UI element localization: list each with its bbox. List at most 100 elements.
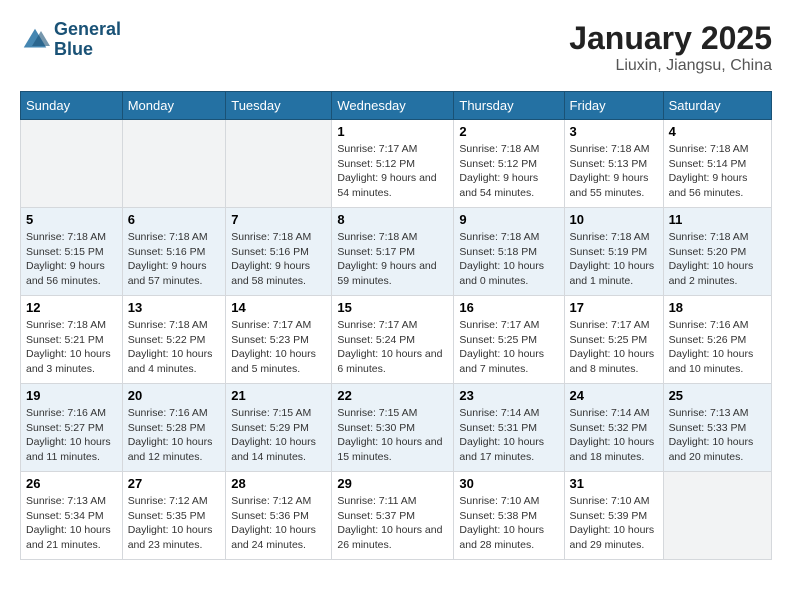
day-info: Sunrise: 7:17 AM Sunset: 5:25 PM Dayligh… [459, 318, 558, 377]
table-row: 15 Sunrise: 7:17 AM Sunset: 5:24 PM Dayli… [332, 296, 454, 384]
day-info: Sunrise: 7:13 AM Sunset: 5:33 PM Dayligh… [669, 406, 766, 465]
day-number: 29 [337, 476, 448, 491]
day-number: 28 [231, 476, 326, 491]
day-number: 14 [231, 300, 326, 315]
day-info: Sunrise: 7:13 AM Sunset: 5:34 PM Dayligh… [26, 494, 117, 553]
day-number: 20 [128, 388, 221, 403]
table-row: 28 Sunrise: 7:12 AM Sunset: 5:36 PM Dayli… [226, 472, 332, 560]
table-row: 10Sunrise: 7:18 AM Sunset: 5:19 PM Dayli… [564, 208, 663, 296]
header-thursday: Thursday [454, 92, 564, 120]
day-info: Sunrise: 7:15 AM Sunset: 5:29 PM Dayligh… [231, 406, 326, 465]
day-number: 4 [669, 124, 766, 139]
day-info: Sunrise: 7:18 AM Sunset: 5:22 PM Dayligh… [128, 318, 221, 377]
table-row: 29 Sunrise: 7:11 AM Sunset: 5:37 PM Dayli… [332, 472, 454, 560]
day-info: Sunrise: 7:18 AM Sunset: 5:17 PM Dayligh… [337, 230, 448, 289]
logo: General Blue [20, 20, 121, 60]
day-info: Sunrise: 7:16 AM Sunset: 5:27 PM Dayligh… [26, 406, 117, 465]
day-number: 31 [570, 476, 658, 491]
table-row: 24 Sunrise: 7:14 AM Sunset: 5:32 PM Dayli… [564, 384, 663, 472]
day-number: 18 [669, 300, 766, 315]
day-number: 25 [669, 388, 766, 403]
day-number: 15 [337, 300, 448, 315]
header-sunday: Sunday [21, 92, 123, 120]
title-block: January 2025 Liuxin, Jiangsu, China [569, 20, 772, 75]
header-tuesday: Tuesday [226, 92, 332, 120]
table-row: 2 Sunrise: 7:18 AM Sunset: 5:12 PM Daylig… [454, 120, 564, 208]
day-number: 26 [26, 476, 117, 491]
calendar-week-row: 5 Sunrise: 7:18 AM Sunset: 5:15 PM Daylig… [21, 208, 772, 296]
day-number: 24 [570, 388, 658, 403]
header-monday: Monday [122, 92, 226, 120]
calendar-week-row: 12 Sunrise: 7:18 AM Sunset: 5:21 PM Dayli… [21, 296, 772, 384]
day-number: 1 [337, 124, 448, 139]
table-row: 8Sunrise: 7:18 AM Sunset: 5:17 PM Daylig… [332, 208, 454, 296]
header-saturday: Saturday [663, 92, 771, 120]
header-friday: Friday [564, 92, 663, 120]
calendar-week-row: 1 Sunrise: 7:17 AM Sunset: 5:12 PM Daylig… [21, 120, 772, 208]
day-number: 2 [459, 124, 558, 139]
logo-line1: General [54, 19, 121, 39]
day-info: Sunrise: 7:12 AM Sunset: 5:35 PM Dayligh… [128, 494, 221, 553]
day-number: 19 [26, 388, 117, 403]
day-info: Sunrise: 7:18 AM Sunset: 5:19 PM Dayligh… [570, 230, 658, 289]
calendar-title: January 2025 [569, 20, 772, 57]
page-header: General Blue January 2025 Liuxin, Jiangs… [20, 20, 772, 75]
day-info: Sunrise: 7:14 AM Sunset: 5:31 PM Dayligh… [459, 406, 558, 465]
day-number: 12 [26, 300, 117, 315]
day-info: Sunrise: 7:17 AM Sunset: 5:25 PM Dayligh… [570, 318, 658, 377]
table-row: 14Sunrise: 7:17 AM Sunset: 5:23 PM Dayli… [226, 296, 332, 384]
table-row: 31 Sunrise: 7:10 AM Sunset: 5:39 PM Dayli… [564, 472, 663, 560]
day-info: Sunrise: 7:11 AM Sunset: 5:37 PM Dayligh… [337, 494, 448, 553]
table-row: 16 Sunrise: 7:17 AM Sunset: 5:25 PM Dayli… [454, 296, 564, 384]
day-info: Sunrise: 7:16 AM Sunset: 5:28 PM Dayligh… [128, 406, 221, 465]
day-info: Sunrise: 7:18 AM Sunset: 5:14 PM Dayligh… [669, 142, 766, 201]
day-info: Sunrise: 7:18 AM Sunset: 5:15 PM Dayligh… [26, 230, 117, 289]
day-info: Sunrise: 7:18 AM Sunset: 5:20 PM Dayligh… [669, 230, 766, 289]
table-row: 25 Sunrise: 7:13 AM Sunset: 5:33 PM Dayli… [663, 384, 771, 472]
day-number: 30 [459, 476, 558, 491]
calendar-header-row: Sunday Monday Tuesday Wednesday Thursday… [21, 92, 772, 120]
table-row: 11Sunrise: 7:18 AM Sunset: 5:20 PM Dayli… [663, 208, 771, 296]
day-number: 5 [26, 212, 117, 227]
table-row: 4 Sunrise: 7:18 AM Sunset: 5:14 PM Daylig… [663, 120, 771, 208]
calendar-week-row: 19 Sunrise: 7:16 AM Sunset: 5:27 PM Dayli… [21, 384, 772, 472]
table-row: 23Sunrise: 7:14 AM Sunset: 5:31 PM Dayli… [454, 384, 564, 472]
table-row: 3 Sunrise: 7:18 AM Sunset: 5:13 PM Daylig… [564, 120, 663, 208]
day-info: Sunrise: 7:10 AM Sunset: 5:39 PM Dayligh… [570, 494, 658, 553]
day-info: Sunrise: 7:18 AM Sunset: 5:12 PM Dayligh… [459, 142, 558, 201]
day-number: 27 [128, 476, 221, 491]
day-number: 22 [337, 388, 448, 403]
day-info: Sunrise: 7:18 AM Sunset: 5:16 PM Dayligh… [231, 230, 326, 289]
logo-line2: Blue [54, 39, 93, 59]
day-info: Sunrise: 7:10 AM Sunset: 5:38 PM Dayligh… [459, 494, 558, 553]
table-row: 22Sunrise: 7:15 AM Sunset: 5:30 PM Dayli… [332, 384, 454, 472]
day-info: Sunrise: 7:18 AM Sunset: 5:18 PM Dayligh… [459, 230, 558, 289]
day-info: Sunrise: 7:16 AM Sunset: 5:26 PM Dayligh… [669, 318, 766, 377]
table-row: 13 Sunrise: 7:18 AM Sunset: 5:22 PM Dayli… [122, 296, 226, 384]
table-row [663, 472, 771, 560]
day-number: 9 [459, 212, 558, 227]
table-row [122, 120, 226, 208]
day-number: 13 [128, 300, 221, 315]
calendar-subtitle: Liuxin, Jiangsu, China [569, 57, 772, 75]
day-number: 21 [231, 388, 326, 403]
day-number: 3 [570, 124, 658, 139]
table-row: 30 Sunrise: 7:10 AM Sunset: 5:38 PM Dayli… [454, 472, 564, 560]
table-row: 1 Sunrise: 7:17 AM Sunset: 5:12 PM Daylig… [332, 120, 454, 208]
day-info: Sunrise: 7:18 AM Sunset: 5:21 PM Dayligh… [26, 318, 117, 377]
day-info: Sunrise: 7:18 AM Sunset: 5:13 PM Dayligh… [570, 142, 658, 201]
day-number: 16 [459, 300, 558, 315]
day-info: Sunrise: 7:18 AM Sunset: 5:16 PM Dayligh… [128, 230, 221, 289]
calendar-week-row: 26 Sunrise: 7:13 AM Sunset: 5:34 PM Dayli… [21, 472, 772, 560]
day-number: 17 [570, 300, 658, 315]
day-info: Sunrise: 7:12 AM Sunset: 5:36 PM Dayligh… [231, 494, 326, 553]
day-info: Sunrise: 7:17 AM Sunset: 5:12 PM Dayligh… [337, 142, 448, 201]
table-row: 6Sunrise: 7:18 AM Sunset: 5:16 PM Daylig… [122, 208, 226, 296]
table-row: 20 Sunrise: 7:16 AM Sunset: 5:28 PM Dayli… [122, 384, 226, 472]
header-wednesday: Wednesday [332, 92, 454, 120]
logo-text: General Blue [54, 20, 121, 60]
day-info: Sunrise: 7:17 AM Sunset: 5:24 PM Dayligh… [337, 318, 448, 377]
table-row [226, 120, 332, 208]
table-row: 26 Sunrise: 7:13 AM Sunset: 5:34 PM Dayli… [21, 472, 123, 560]
day-info: Sunrise: 7:14 AM Sunset: 5:32 PM Dayligh… [570, 406, 658, 465]
